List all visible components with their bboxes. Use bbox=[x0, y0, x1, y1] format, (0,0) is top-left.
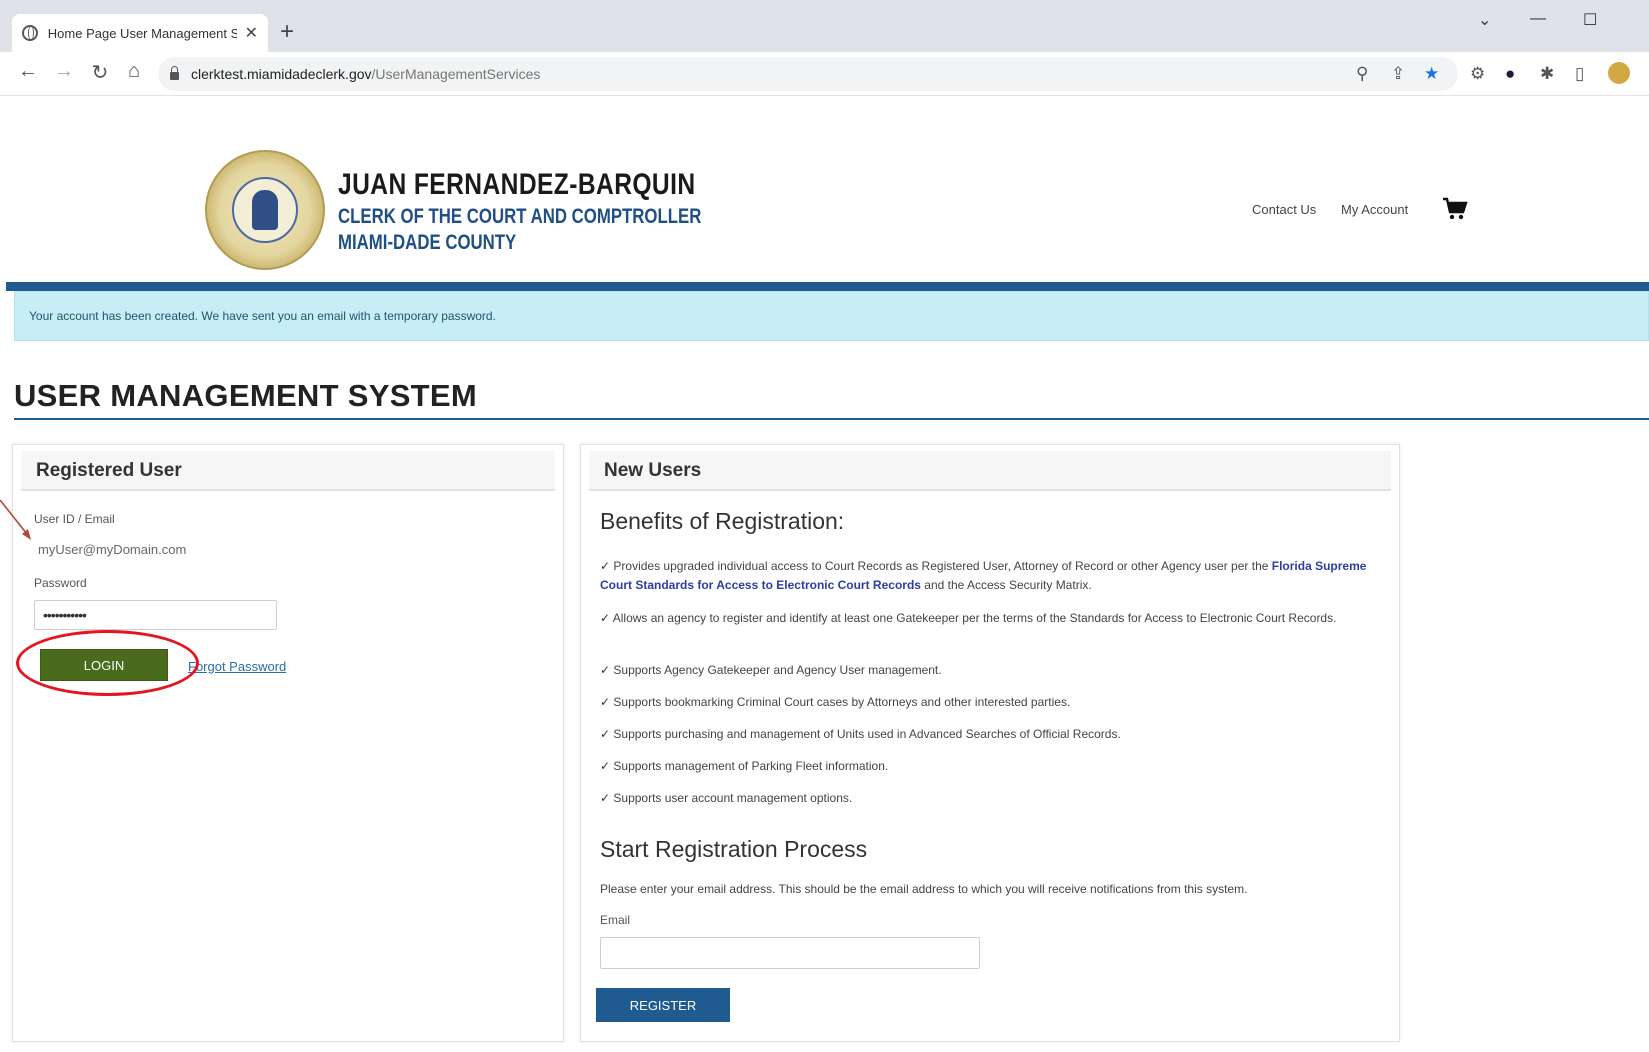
header-divider bbox=[6, 282, 1649, 291]
seal-center bbox=[232, 177, 298, 243]
tab-search-icon[interactable]: ⌄ bbox=[1478, 10, 1491, 30]
share-icon[interactable]: ⇪ bbox=[1391, 64, 1405, 84]
benefit-text: Supports user account management options… bbox=[610, 791, 853, 805]
benefit-item: ✓ Provides upgraded individual access to… bbox=[600, 557, 1370, 595]
registered-user-panel: Registered User bbox=[12, 444, 564, 1042]
email-label: Email bbox=[600, 913, 631, 927]
password-input[interactable]: ••••••••••• bbox=[34, 600, 277, 630]
password-label: Password bbox=[34, 576, 87, 590]
globe-icon bbox=[22, 25, 38, 41]
profile-avatar[interactable] bbox=[1608, 62, 1630, 84]
check-icon: ✓ bbox=[600, 695, 611, 709]
benefit-item: ✓ Supports management of Parking Fleet i… bbox=[600, 757, 1370, 776]
account-created-alert: Your account has been created. We have s… bbox=[14, 291, 1649, 341]
close-tab-icon[interactable]: ✕ bbox=[245, 23, 258, 43]
title-divider bbox=[14, 418, 1649, 420]
page-title: USER MANAGEMENT SYSTEM bbox=[14, 378, 478, 413]
maximize-icon[interactable]: ☐ bbox=[1583, 10, 1597, 30]
sidebar-icon[interactable]: ▯ bbox=[1575, 64, 1584, 84]
check-icon: ✓ bbox=[600, 759, 611, 773]
benefit-text: Supports bookmarking Criminal Court case… bbox=[610, 695, 1071, 709]
puzzle-icon[interactable]: ✱ bbox=[1540, 64, 1554, 84]
benefits-title: Benefits of Registration: bbox=[600, 508, 845, 534]
userid-value: myUser@myDomain.com bbox=[38, 542, 187, 557]
registered-user-heading: Registered User bbox=[21, 451, 555, 491]
benefit-text: Supports Agency Gatekeeper and Agency Us… bbox=[610, 663, 942, 677]
benefit-text: Supports purchasing and management of Un… bbox=[610, 727, 1121, 741]
userid-label: User ID / Email bbox=[34, 512, 115, 526]
register-button[interactable]: REGISTER bbox=[596, 988, 730, 1022]
forward-icon[interactable]: → bbox=[50, 60, 78, 83]
clerk-seal-logo bbox=[205, 150, 325, 270]
my-account-link[interactable]: My Account bbox=[1341, 202, 1408, 217]
extension-icon[interactable]: ● bbox=[1505, 64, 1515, 84]
benefit-item: ✓ Supports bookmarking Criminal Court ca… bbox=[600, 693, 1370, 712]
benefit-text: Provides upgraded individual access to C… bbox=[610, 559, 1272, 573]
back-icon[interactable]: ← bbox=[14, 60, 42, 83]
clerk-name: JUAN FERNANDEZ-BARQUIN bbox=[338, 168, 696, 201]
shopping-cart-icon[interactable] bbox=[1442, 196, 1468, 222]
forgot-password-link[interactable]: Forgot Password bbox=[188, 659, 286, 674]
annotation-arrow-icon bbox=[0, 499, 31, 540]
benefit-text: Allows an agency to register and identif… bbox=[610, 611, 1337, 625]
home-icon[interactable]: ⌂ bbox=[120, 60, 148, 83]
browser-tab[interactable]: Home Page User Management S ✕ bbox=[12, 14, 268, 52]
bookmark-star-icon[interactable]: ★ bbox=[1424, 64, 1439, 84]
registration-title: Start Registration Process bbox=[600, 836, 868, 862]
benefit-item: ✓ Supports Agency Gatekeeper and Agency … bbox=[600, 661, 1370, 680]
new-tab-button[interactable]: + bbox=[280, 18, 294, 46]
browser-tab-strip: Home Page User Management S ✕ + ⌄ — ☐ bbox=[0, 0, 1649, 52]
contact-us-link[interactable]: Contact Us bbox=[1252, 202, 1316, 217]
address-bar[interactable]: clerktest.miamidadeclerk.gov /UserManage… bbox=[158, 57, 1458, 91]
check-icon: ✓ bbox=[600, 663, 611, 677]
alert-message: Your account has been created. We have s… bbox=[29, 309, 496, 323]
reload-icon[interactable]: ↻ bbox=[86, 60, 114, 85]
justice-figure-icon bbox=[252, 190, 278, 230]
lock-icon bbox=[170, 66, 179, 80]
benefit-item: ✓ Allows an agency to register and ident… bbox=[600, 609, 1370, 628]
check-icon: ✓ bbox=[600, 559, 611, 573]
county-name: MIAMI-DADE COUNTY bbox=[338, 231, 517, 254]
url-host: clerktest.miamidadeclerk.gov bbox=[191, 66, 372, 82]
tab-title: Home Page User Management S bbox=[47, 25, 237, 41]
clerk-title: CLERK OF THE COURT AND COMPTROLLER bbox=[338, 205, 702, 228]
browser-toolbar: ← → ↻ ⌂ clerktest.miamidadeclerk.gov /Us… bbox=[0, 52, 1649, 96]
annotation-circle bbox=[16, 630, 199, 696]
registration-instructions: Please enter your email address. This sh… bbox=[600, 882, 1248, 896]
benefit-item: ✓ Supports purchasing and management of … bbox=[600, 725, 1370, 744]
benefit-text: Supports management of Parking Fleet inf… bbox=[610, 759, 889, 773]
check-icon: ✓ bbox=[600, 727, 611, 741]
minimize-icon[interactable]: — bbox=[1530, 10, 1546, 28]
benefit-item: ✓ Supports user account management optio… bbox=[600, 789, 1370, 808]
benefit-text: and the Access Security Matrix. bbox=[920, 578, 1092, 592]
check-icon: ✓ bbox=[600, 611, 611, 625]
check-icon: ✓ bbox=[600, 791, 611, 805]
extension-icon[interactable]: ⚙ bbox=[1470, 64, 1485, 84]
email-input[interactable] bbox=[600, 937, 980, 969]
new-users-heading: New Users bbox=[589, 451, 1391, 491]
zoom-icon[interactable]: ⚲ bbox=[1356, 64, 1368, 84]
url-path: /UserManagementServices bbox=[371, 66, 541, 82]
